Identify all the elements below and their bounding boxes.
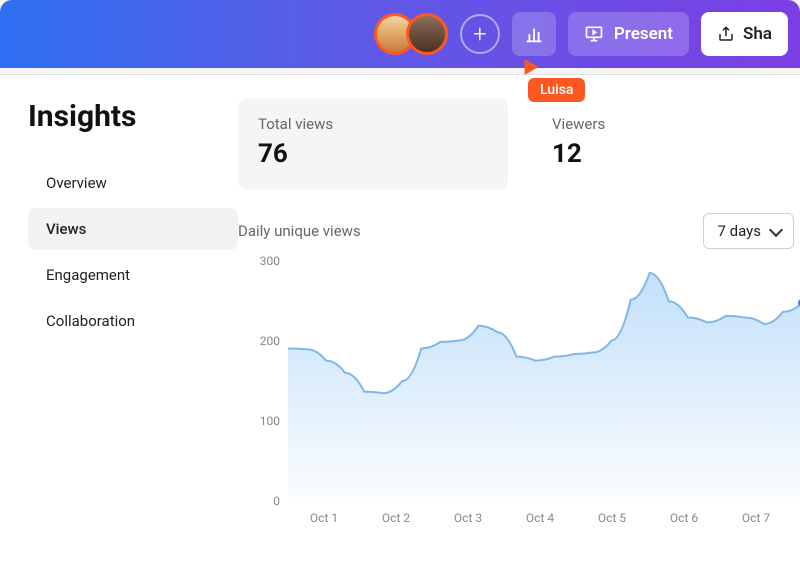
share-label: Sha bbox=[743, 24, 772, 44]
avatar-user-2[interactable] bbox=[406, 13, 448, 55]
chart-header: Daily unique views 7 days bbox=[238, 213, 800, 249]
stats-row: Total views 76 Viewers 12 bbox=[238, 99, 800, 189]
present-button[interactable]: Present bbox=[568, 12, 689, 56]
sidebar-item-collaboration[interactable]: Collaboration bbox=[28, 300, 238, 342]
present-icon bbox=[584, 24, 604, 44]
x-tick: Oct 3 bbox=[432, 511, 504, 525]
chart-area: 300 200 100 0 Oct 1 Oct 2 Oct 3 Oct 4 bbox=[238, 259, 800, 539]
x-tick: Oct 2 bbox=[360, 511, 432, 525]
sidebar-item-views[interactable]: Views bbox=[28, 208, 238, 250]
stat-card-viewers: Viewers 12 bbox=[532, 99, 800, 189]
sidebar-item-overview[interactable]: Overview bbox=[28, 162, 238, 204]
x-tick: Oct 7 bbox=[720, 511, 792, 525]
present-label: Present bbox=[614, 24, 673, 44]
insights-icon bbox=[523, 23, 545, 45]
y-tick: 300 bbox=[260, 254, 280, 268]
collaborator-avatars bbox=[374, 13, 448, 55]
y-tick: 200 bbox=[260, 334, 280, 348]
share-icon bbox=[717, 25, 735, 43]
chart-plot: Oct 1 Oct 2 Oct 3 Oct 4 Oct 5 Oct 6 Oct … bbox=[288, 259, 800, 539]
insights-panel: Insights Overview Views Engagement Colla… bbox=[0, 74, 800, 572]
share-button[interactable]: Sha bbox=[701, 12, 788, 56]
top-toolbar: + Present Sha bbox=[0, 0, 800, 68]
stat-value: 76 bbox=[258, 139, 488, 169]
page-title: Insights bbox=[28, 99, 238, 134]
sidebar-item-engagement[interactable]: Engagement bbox=[28, 254, 238, 296]
range-selected-label: 7 days bbox=[718, 222, 762, 240]
stat-label: Viewers bbox=[552, 115, 782, 133]
add-collaborator-button[interactable]: + bbox=[460, 14, 500, 54]
y-axis: 300 200 100 0 bbox=[238, 259, 288, 539]
chart-title: Daily unique views bbox=[238, 222, 361, 240]
line-chart bbox=[288, 259, 800, 503]
insights-sidebar: Insights Overview Views Engagement Colla… bbox=[28, 99, 238, 572]
x-tick: Oct 5 bbox=[576, 511, 648, 525]
y-tick: 100 bbox=[260, 414, 280, 428]
x-tick: Oct 6 bbox=[648, 511, 720, 525]
insights-button[interactable] bbox=[512, 12, 556, 56]
x-tick: Oct 4 bbox=[504, 511, 576, 525]
chevron-down-icon bbox=[769, 223, 783, 237]
stat-value: 12 bbox=[552, 139, 782, 169]
stat-card-total-views: Total views 76 bbox=[238, 99, 508, 189]
x-tick: Oct 1 bbox=[288, 511, 360, 525]
insights-main: Total views 76 Viewers 12 Daily unique v… bbox=[238, 99, 800, 572]
x-axis: Oct 1 Oct 2 Oct 3 Oct 4 Oct 5 Oct 6 Oct … bbox=[288, 503, 800, 525]
y-tick: 0 bbox=[273, 494, 280, 508]
date-range-select[interactable]: 7 days bbox=[703, 213, 795, 249]
stat-label: Total views bbox=[258, 115, 488, 133]
